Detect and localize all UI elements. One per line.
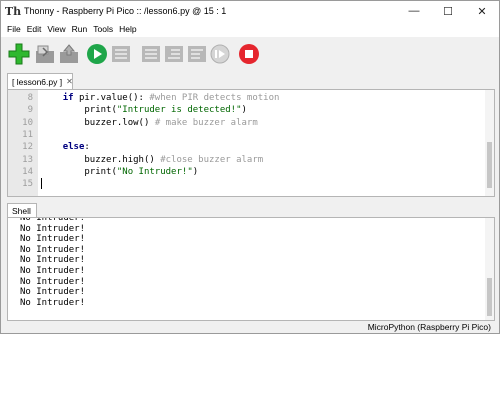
code-token: print(	[84, 105, 117, 116]
editor-scrollbar-thumb[interactable]	[487, 142, 492, 188]
window-title: Thonny - Raspberry Pi Pico :: /lesson6.p…	[24, 6, 227, 16]
stop-button[interactable]	[238, 43, 260, 65]
editor-tab-row: [ lesson6.py ] ✕	[1, 71, 499, 89]
status-bar: MicroPython (Raspberry Pi Pico)	[1, 321, 499, 333]
shell-line: No Intruder!	[20, 266, 86, 276]
code-comment: #when PIR detects motion	[149, 93, 280, 103]
new-file-button[interactable]	[8, 43, 30, 65]
menu-tools[interactable]: Tools	[90, 24, 116, 34]
step-out-button[interactable]	[186, 43, 208, 65]
thonny-logo-icon: Th	[4, 4, 22, 18]
code-line: if pir.value(): #when PIR detects motion	[41, 92, 280, 104]
line-number: 10	[22, 117, 33, 128]
code-editor[interactable]: 8 9 10 11 12 13 14 15 if pir.value(): #when PIR…	[7, 89, 495, 197]
code-token: buzzer.high()	[84, 154, 161, 165]
code-token: print(	[84, 166, 117, 177]
stop-icon	[239, 44, 259, 64]
shell-line: No Intruder!	[20, 297, 86, 308]
step-into-button[interactable]	[163, 43, 185, 65]
tab-close-icon[interactable]: ✕	[66, 77, 73, 86]
step-over-button[interactable]	[140, 43, 162, 65]
tab-shell[interactable]: Shell	[7, 203, 37, 217]
play-icon	[87, 44, 107, 64]
resume-icon	[210, 44, 230, 64]
line-number: 8	[27, 93, 33, 103]
shell-scrollbar[interactable]	[485, 218, 494, 320]
code-token: buzzer.low()	[84, 117, 155, 128]
thonny-window: Th Thonny - Raspberry Pi Pico :: /lesson…	[0, 0, 500, 334]
interpreter-status[interactable]: MicroPython (Raspberry Pi Pico)	[368, 322, 491, 332]
shell-scrollbar-thumb[interactable]	[487, 278, 492, 316]
menu-run[interactable]: Run	[69, 24, 91, 34]
shell-line: No Intruder!	[20, 223, 86, 234]
shell-line: No Intruder!	[20, 276, 86, 287]
code-keyword: else	[62, 142, 85, 153]
save-file-button[interactable]	[58, 43, 80, 65]
code-line: buzzer.high() #close buzzer alarm	[41, 154, 263, 166]
code-token: pir.value():	[73, 93, 150, 103]
code-token: )	[192, 166, 199, 177]
code-line: buzzer.low() # make buzzer alarm	[41, 117, 258, 129]
text-cursor	[41, 178, 42, 189]
tab-label: [ lesson6.py ]	[12, 76, 63, 87]
code-token: :	[84, 142, 90, 153]
maximize-button[interactable]: ☐	[431, 1, 465, 21]
shell-line: No Intruder!	[20, 234, 86, 245]
code-string: "Intruder is detected!"	[116, 105, 242, 116]
title-bar: Th Thonny - Raspberry Pi Pico :: /lesson…	[1, 1, 499, 21]
close-button[interactable]: ✕	[465, 1, 499, 21]
tab-lesson6[interactable]: [ lesson6.py ] ✕	[7, 73, 73, 89]
menu-help[interactable]: Help	[116, 24, 139, 34]
code-line: print("Intruder is detected!")	[41, 104, 247, 116]
step-out-icon	[188, 46, 206, 62]
open-file-button[interactable]	[34, 43, 56, 65]
menu-edit[interactable]: Edit	[24, 24, 45, 34]
shell-panel[interactable]: No Intruder! No Intruder! No Intruder! No I…	[7, 217, 495, 321]
shell-tab-row: Shell	[1, 201, 499, 217]
line-number: 15	[22, 179, 33, 190]
folder-icon	[36, 45, 54, 63]
minimize-button[interactable]: —	[397, 1, 431, 21]
code-keyword: if	[62, 93, 74, 103]
menu-file[interactable]: File	[4, 24, 24, 34]
run-button[interactable]	[86, 43, 108, 65]
line-number: 13	[22, 154, 33, 165]
plus-icon	[8, 43, 30, 65]
code-line: print("No Intruder!")	[41, 166, 198, 178]
shell-line: No Intruder!	[20, 255, 86, 266]
shell-line: No Intruder!	[20, 217, 86, 223]
step-over-icon	[142, 46, 160, 62]
step-into-icon	[165, 46, 183, 62]
debug-icon	[112, 46, 130, 62]
code-string: "No Intruder!"	[116, 166, 193, 177]
window-controls: — ☐ ✕	[397, 1, 499, 21]
editor-scrollbar[interactable]	[485, 90, 494, 196]
menu-view[interactable]: View	[44, 24, 68, 34]
shell-line: No Intruder!	[20, 244, 86, 255]
save-icon	[60, 44, 78, 63]
debug-button[interactable]	[110, 43, 132, 65]
line-number: 14	[22, 166, 33, 177]
resume-button[interactable]	[209, 43, 231, 65]
line-number: 11	[22, 129, 33, 140]
line-number-gutter: 8 9 10 11 12 13 14 15	[8, 90, 38, 196]
code-comment: #close buzzer alarm	[160, 154, 264, 165]
menu-bar: File Edit View Run Tools Help	[1, 21, 499, 37]
line-number: 9	[27, 105, 33, 116]
code-line: else:	[41, 141, 90, 153]
line-number: 12	[22, 142, 33, 153]
toolbar	[1, 37, 499, 71]
shell-line: No Intruder!	[20, 287, 86, 298]
code-comment: # make buzzer alarm	[154, 117, 258, 128]
code-token: )	[241, 105, 247, 116]
